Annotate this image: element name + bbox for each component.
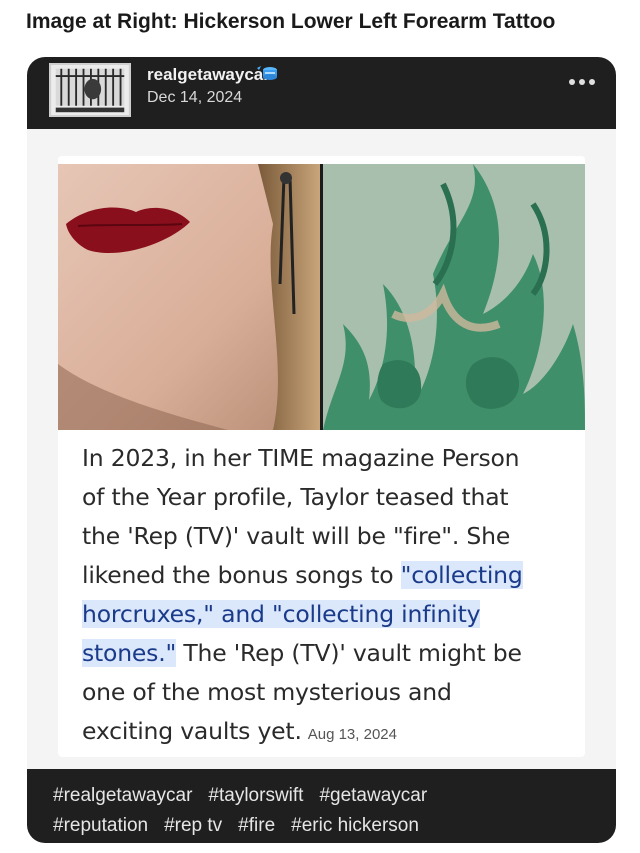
- article-excerpt: In 2023, in her TIME magazine Person of …: [82, 439, 574, 754]
- highlighted-text: horcruxes," and "collecting infinity: [82, 600, 481, 628]
- lips-photo-image: [58, 164, 320, 430]
- excerpt-text: In 2023, in her TIME magazine Person: [82, 444, 520, 472]
- tag-realgetawaycar[interactable]: #realgetawaycar: [53, 785, 192, 806]
- excerpt-line: exciting vaults yet. Aug 13, 2024: [82, 712, 574, 754]
- tumblr-post: realgetawaycar Dec 14, 2024 In 2023, in …: [27, 57, 616, 843]
- excerpt-text: exciting vaults yet.: [82, 717, 302, 745]
- tag-taylorswift[interactable]: #taylorswift: [208, 785, 303, 806]
- tag-fire[interactable]: #fire: [238, 815, 275, 836]
- post-body: In 2023, in her TIME magazine Person of …: [27, 129, 616, 769]
- lips-photo: [58, 164, 320, 430]
- tag-getawaycar[interactable]: #getawaycar: [319, 785, 427, 806]
- blue-badge-icon: [257, 66, 277, 80]
- excerpt-line: of the Year profile, Taylor teased that: [82, 478, 574, 517]
- excerpt-text: of the Year profile, Taylor teased that: [82, 483, 509, 511]
- excerpt-line: In 2023, in her TIME magazine Person: [82, 439, 574, 478]
- post-username[interactable]: realgetawaycar: [147, 65, 270, 85]
- tag-reputation[interactable]: #reputation: [53, 815, 148, 836]
- excerpt-text: the 'Rep (TV)' vault will be "fire". She: [82, 522, 511, 550]
- tag-row: #realgetawaycar #taylorswift #getawaycar: [53, 781, 594, 811]
- post-date: Dec 14, 2024: [147, 89, 243, 106]
- post-tags: #realgetawaycar #taylorswift #getawaycar #…: [27, 769, 616, 843]
- avatar[interactable]: [49, 63, 131, 117]
- excerpt-line: the 'Rep (TV)' vault will be "fire". She: [82, 517, 574, 556]
- excerpt-line: stones." The 'Rep (TV)' vault might be: [82, 634, 574, 673]
- more-horizontal-icon[interactable]: [568, 77, 596, 87]
- excerpt-date: Aug 13, 2024: [307, 726, 397, 743]
- highlighted-text: stones.": [82, 639, 177, 667]
- excerpt-text: likened the bonus songs to: [82, 561, 401, 589]
- tattoo-photo: [323, 164, 585, 430]
- tag-eric-hickerson[interactable]: #eric hickerson: [291, 815, 419, 836]
- avatar-image: [52, 65, 128, 115]
- excerpt-text: one of the most mysterious and: [82, 678, 452, 706]
- excerpt-line: one of the most mysterious and: [82, 673, 574, 712]
- screenshot-card: In 2023, in her TIME magazine Person of …: [58, 156, 585, 757]
- post-header: realgetawaycar Dec 14, 2024: [27, 57, 616, 129]
- highlighted-text: "collecting: [400, 561, 523, 589]
- excerpt-line: horcruxes," and "collecting infinity: [82, 595, 574, 634]
- tag-row: #reputation #rep tv #fire #eric hickerson: [53, 811, 594, 841]
- page-heading: Image at Right: Hickerson Lower Left For…: [26, 10, 556, 33]
- excerpt-line: likened the bonus songs to "collecting: [82, 556, 574, 595]
- flame-tattoo-image: [323, 164, 585, 430]
- excerpt-text: The 'Rep (TV)' vault might be: [176, 639, 522, 667]
- tag-rep-tv[interactable]: #rep tv: [164, 815, 222, 836]
